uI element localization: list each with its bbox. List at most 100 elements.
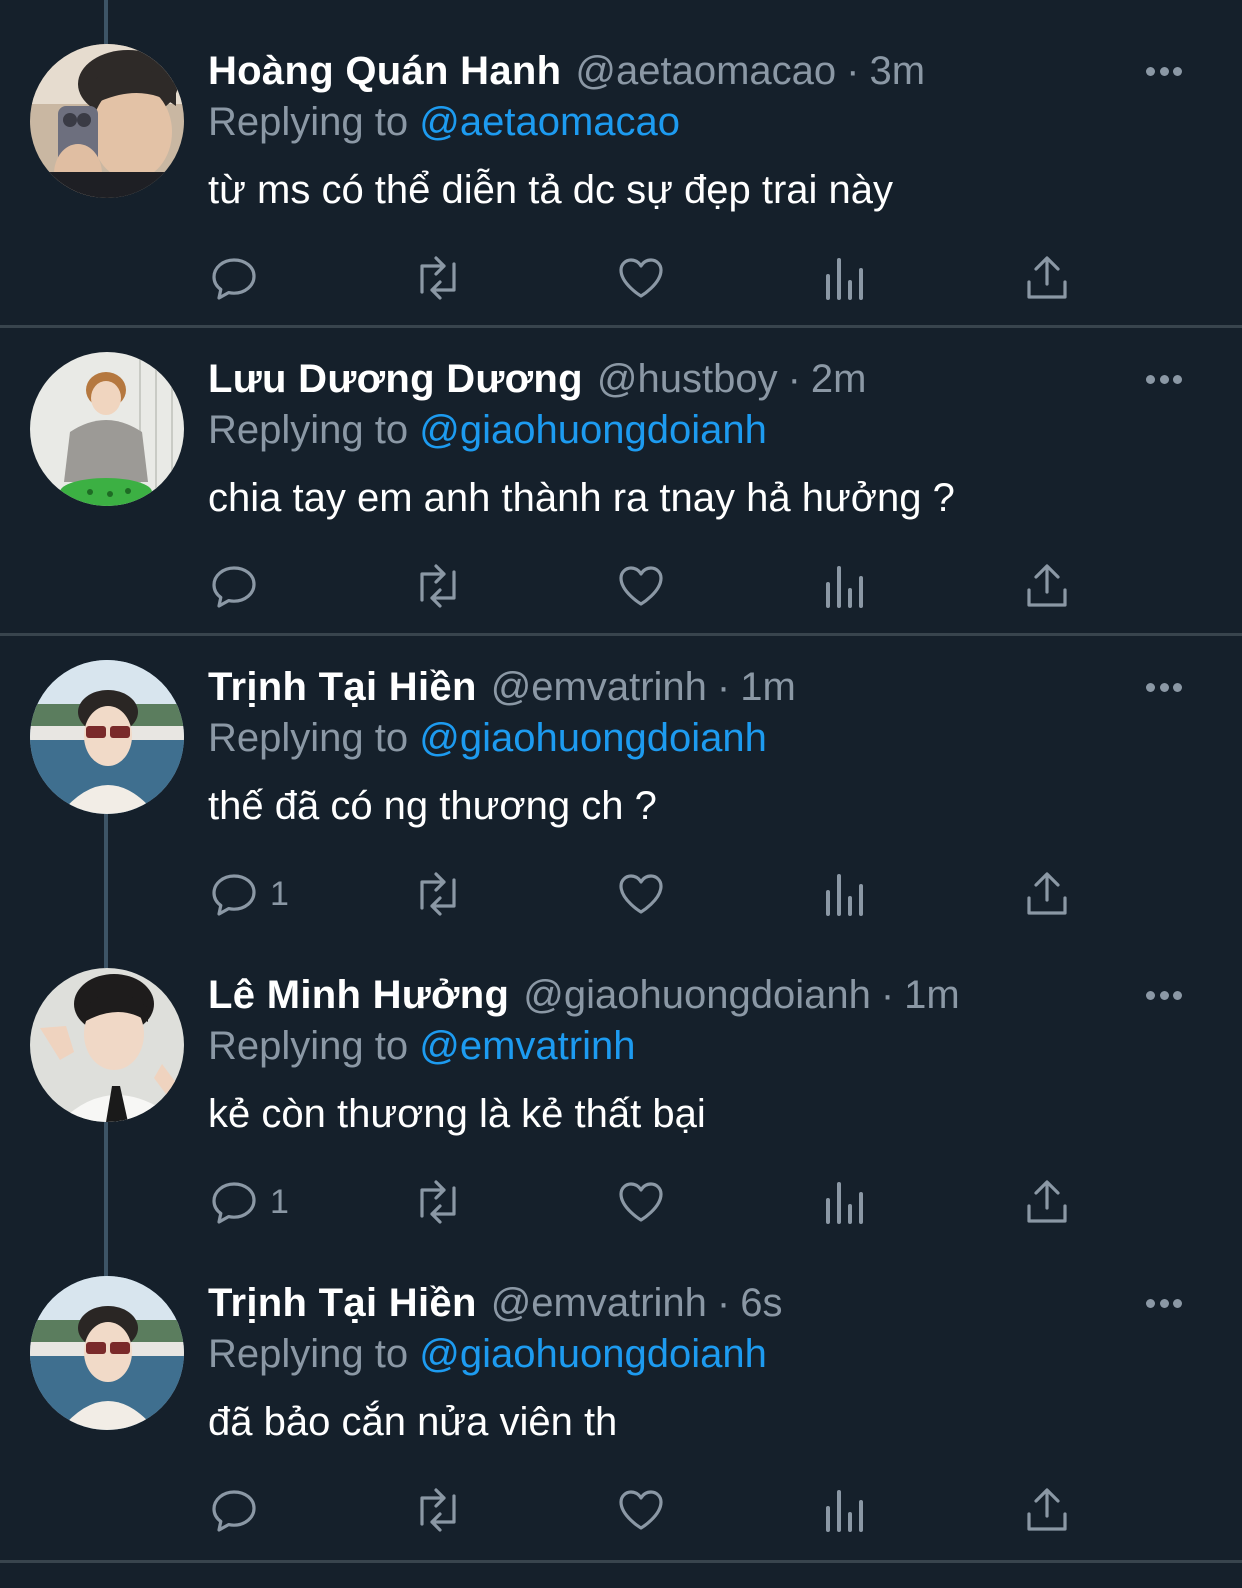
timestamp[interactable]: 2m [811,354,867,404]
replying-to: Replying to @giaohuongdoianh [208,405,767,455]
user-handle[interactable]: @emvatrinh [491,1278,707,1328]
views-icon [826,1182,863,1224]
thread-line-4-5 [104,1122,108,1276]
user-handle[interactable]: @aetaomacao [575,46,836,96]
tweet-text: chia tay em anh thành ra tnay hả hưởng ? [208,476,955,520]
views-button[interactable] [822,561,868,611]
tweet-text: đã bảo cắn nửa viên th [208,1400,618,1444]
tweet-text: kẻ còn thương là kẻ thất bại [208,1092,706,1136]
like-button[interactable] [616,253,666,303]
reply-icon [212,874,256,916]
share-button[interactable] [1024,1485,1070,1535]
separator: · [880,973,895,1017]
avatar[interactable] [30,1276,184,1430]
user-handle[interactable]: @hustboy [597,354,778,404]
share-icon [1027,872,1067,915]
timestamp[interactable]: 1m [740,662,796,712]
reply-button[interactable] [210,1485,270,1535]
mention-link[interactable]: @giaohuongdoianh [419,716,767,760]
more-options-icon[interactable] [1146,1297,1182,1309]
retweet-icon [420,872,456,916]
more-options-icon[interactable] [1146,989,1182,1001]
share-icon [1027,564,1067,607]
thread-line-top [104,0,108,44]
more-options-icon[interactable] [1146,681,1182,693]
timestamp[interactable]: 3m [869,46,925,96]
display-name[interactable]: Trịnh Tại Hiền [208,1278,477,1328]
timestamp[interactable]: 1m [904,970,960,1020]
replying-to: Replying to @giaohuongdoianh [208,1329,767,1379]
share-button[interactable] [1024,869,1070,919]
avatar[interactable] [30,44,184,198]
avatar[interactable] [30,660,184,814]
views-button[interactable] [822,869,868,919]
tweet-header: Trịnh Tại Hiền @emvatrinh · 6s [208,1278,783,1328]
share-icon [1027,1488,1067,1531]
reply-icon [212,258,256,300]
replying-to: Replying to @giaohuongdoianh [208,713,767,763]
mention-link[interactable]: @giaohuongdoianh [419,1332,767,1376]
like-icon [619,1182,663,1222]
user-handle[interactable]: @giaohuongdoianh [523,970,871,1020]
display-name[interactable]: Hoàng Quán Hanh [208,46,561,96]
share-button[interactable] [1024,253,1070,303]
views-icon [826,258,863,300]
replying-to-label: Replying to [208,408,409,452]
mention-link[interactable]: @emvatrinh [419,1024,635,1068]
divider [0,1560,1242,1563]
tweet-text: từ ms có thể diễn tả dc sự đẹp trai này [208,168,893,212]
share-icon [1027,1180,1067,1223]
share-button[interactable] [1024,561,1070,611]
views-icon [826,874,863,916]
tweet-text: thế đã có ng thương ch ? [208,784,657,828]
reply-count: 1 [270,1182,289,1221]
views-icon [826,1490,863,1532]
retweet-button[interactable] [410,1485,466,1535]
retweet-icon [420,256,456,300]
tweet-header: Trịnh Tại Hiền @emvatrinh · 1m [208,662,796,712]
user-handle[interactable]: @emvatrinh [491,662,707,712]
tweet-header: Lê Minh Hưởng @giaohuongdoianh · 1m [208,970,960,1020]
share-icon [1027,256,1067,299]
retweet-button[interactable] [410,869,466,919]
mention-link[interactable]: @giaohuongdoianh [419,408,767,452]
retweet-button[interactable] [410,561,466,611]
reply-button[interactable] [210,561,270,611]
reply-button[interactable]: 1 [210,1177,289,1227]
timestamp[interactable]: 6s [740,1278,782,1328]
like-icon [619,566,663,606]
like-button[interactable] [616,869,666,919]
more-options-icon[interactable] [1146,373,1182,385]
views-button[interactable] [822,1485,868,1535]
replying-to: Replying to @aetaomacao [208,97,680,147]
tweet-header: Lưu Dương Dương @hustboy · 2m [208,354,866,404]
like-button[interactable] [616,561,666,611]
reply-count: 1 [270,874,289,913]
separator: · [716,1281,731,1325]
mention-link[interactable]: @aetaomacao [419,100,680,144]
display-name[interactable]: Lưu Dương Dương [208,354,583,404]
avatar[interactable] [30,968,184,1122]
reply-button[interactable]: 1 [210,869,289,919]
like-button[interactable] [616,1177,666,1227]
divider [0,633,1242,636]
thread-line-3-4 [104,814,108,968]
reply-button[interactable] [210,253,270,303]
separator: · [787,357,801,401]
separator: · [846,49,860,93]
retweet-icon [420,1488,456,1532]
share-button[interactable] [1024,1177,1070,1227]
display-name[interactable]: Trịnh Tại Hiền [208,662,477,712]
views-button[interactable] [822,253,868,303]
reply-icon [212,566,256,608]
retweet-button[interactable] [410,1177,466,1227]
views-button[interactable] [822,1177,868,1227]
more-options-icon[interactable] [1146,65,1182,77]
avatar[interactable] [30,352,184,506]
display-name[interactable]: Lê Minh Hưởng [208,970,509,1020]
retweet-button[interactable] [410,253,466,303]
like-icon [619,874,663,914]
like-button[interactable] [616,1485,666,1535]
separator: · [716,665,731,709]
reply-icon [212,1182,256,1224]
